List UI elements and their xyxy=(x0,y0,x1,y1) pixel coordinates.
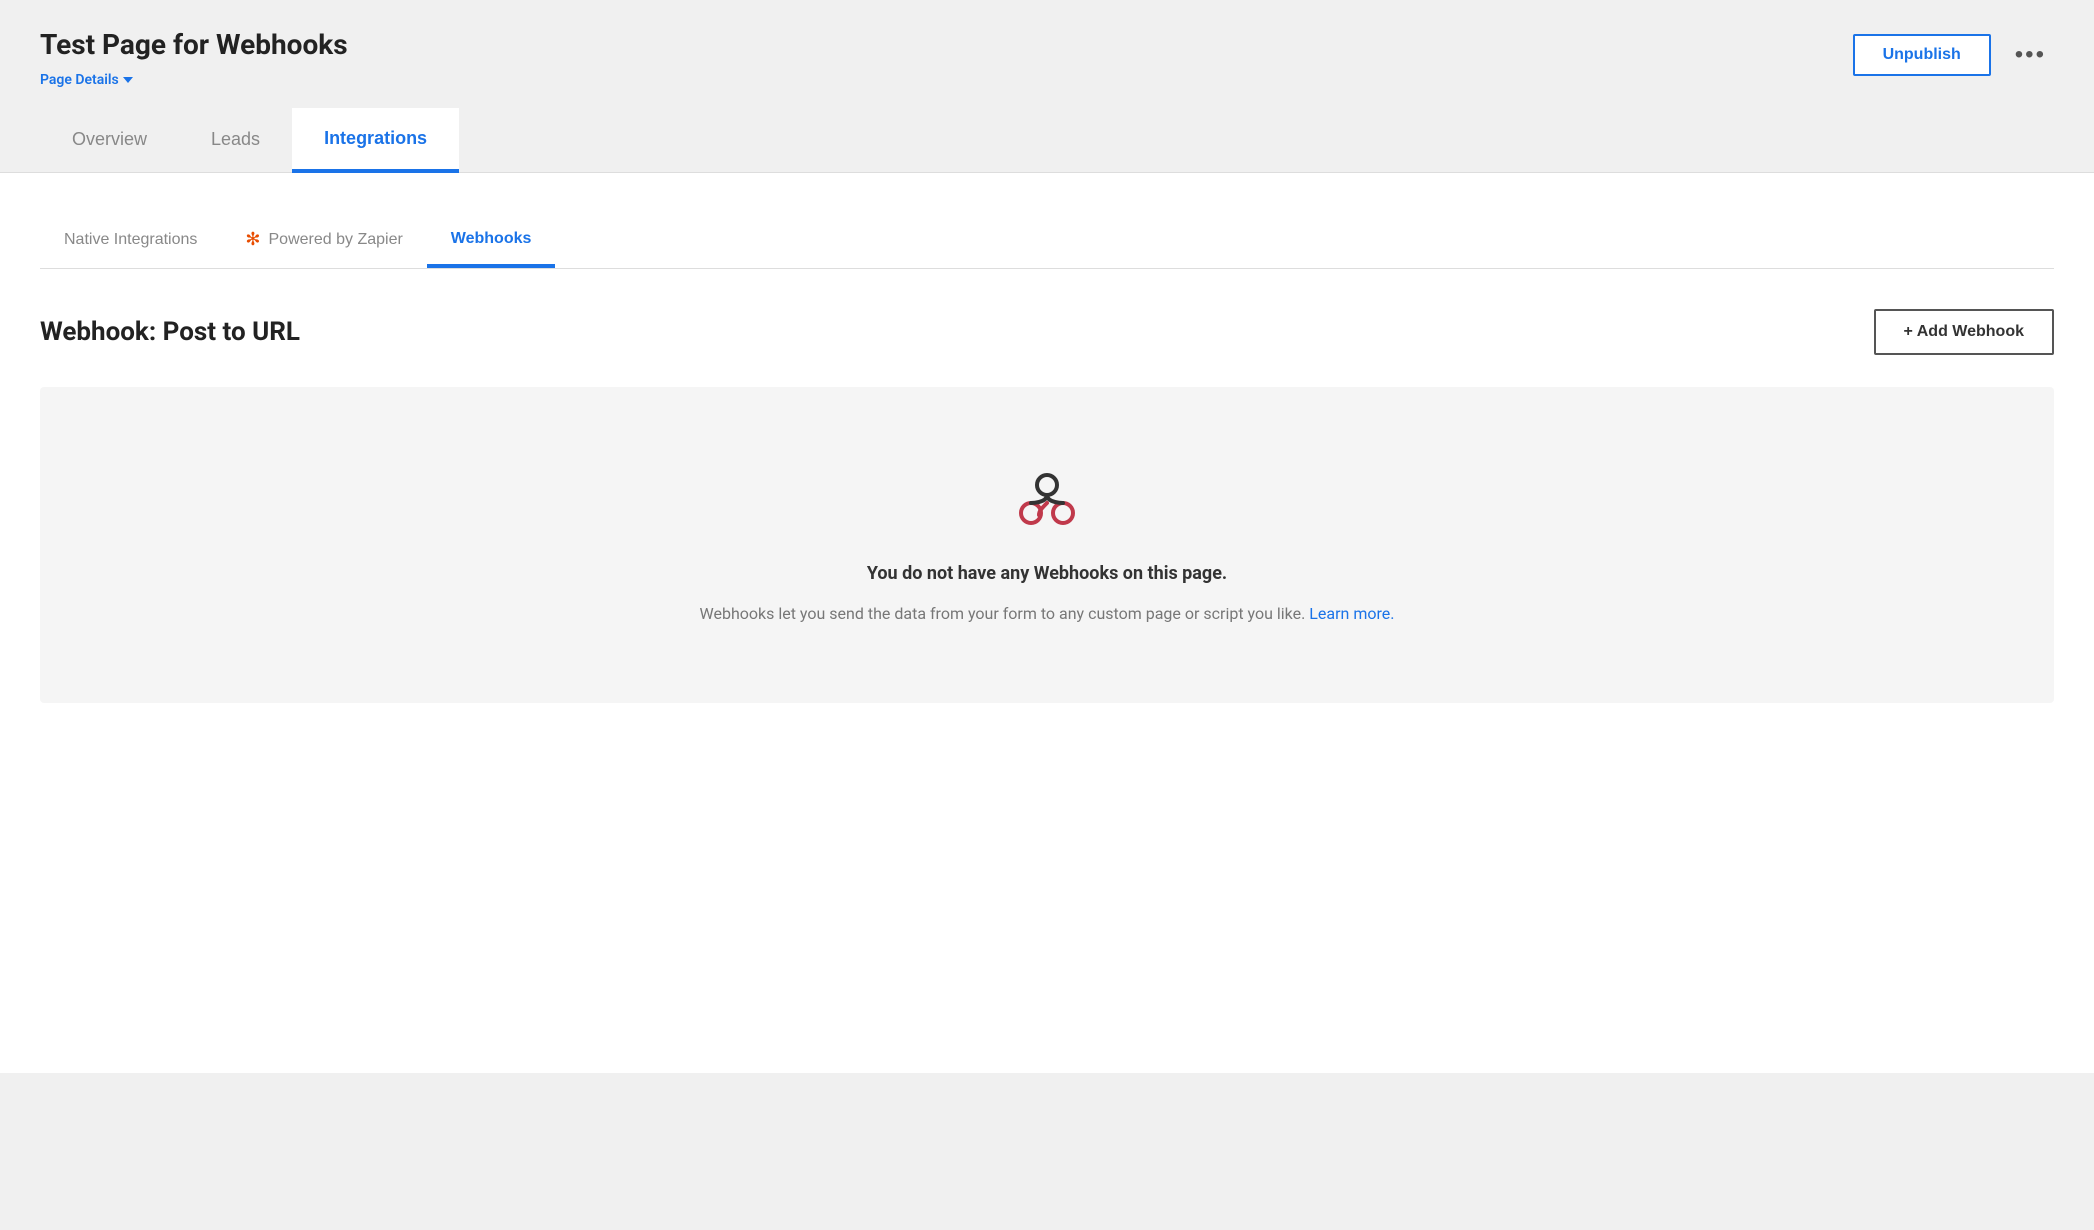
webhook-section-title: Webhook: Post to URL xyxy=(40,317,300,347)
main-content: Native Integrations ✻ Powered by Zapier … xyxy=(0,173,2094,1073)
sub-tab-native-integrations[interactable]: Native Integrations xyxy=(40,215,221,268)
add-webhook-button[interactable]: + Add Webhook xyxy=(1874,309,2054,355)
empty-state-title: You do not have any Webhooks on this pag… xyxy=(867,563,1227,584)
header-actions: Unpublish ••• xyxy=(1853,28,2054,76)
webhook-header: Webhook: Post to URL + Add Webhook xyxy=(40,309,2054,355)
sub-tab-webhooks[interactable]: Webhooks xyxy=(427,214,556,268)
top-tabs: Overview Leads Integrations xyxy=(0,108,2094,173)
empty-state-description: Webhooks let you send the data from your… xyxy=(700,604,1395,623)
tab-leads[interactable]: Leads xyxy=(179,108,292,173)
empty-state: You do not have any Webhooks on this pag… xyxy=(40,387,2054,703)
tab-integrations[interactable]: Integrations xyxy=(292,108,459,173)
page-header: Test Page for Webhooks Page Details Unpu… xyxy=(0,0,2094,88)
page-details-label: Page Details xyxy=(40,72,119,88)
page-details-link[interactable]: Page Details xyxy=(40,72,133,88)
page-title: Test Page for Webhooks xyxy=(40,28,348,61)
zapier-star-icon: ✻ xyxy=(245,229,260,250)
more-options-button[interactable]: ••• xyxy=(2007,37,2054,73)
unpublish-button[interactable]: Unpublish xyxy=(1853,34,1991,76)
tab-overview[interactable]: Overview xyxy=(40,108,179,173)
sub-tab-zapier[interactable]: ✻ Powered by Zapier xyxy=(221,213,426,269)
webhook-icon xyxy=(1011,467,1083,535)
learn-more-link[interactable]: Learn more. xyxy=(1309,604,1394,623)
page-title-area: Test Page for Webhooks Page Details xyxy=(40,28,348,88)
sub-tabs: Native Integrations ✻ Powered by Zapier … xyxy=(40,213,2054,269)
chevron-down-icon xyxy=(123,77,133,83)
